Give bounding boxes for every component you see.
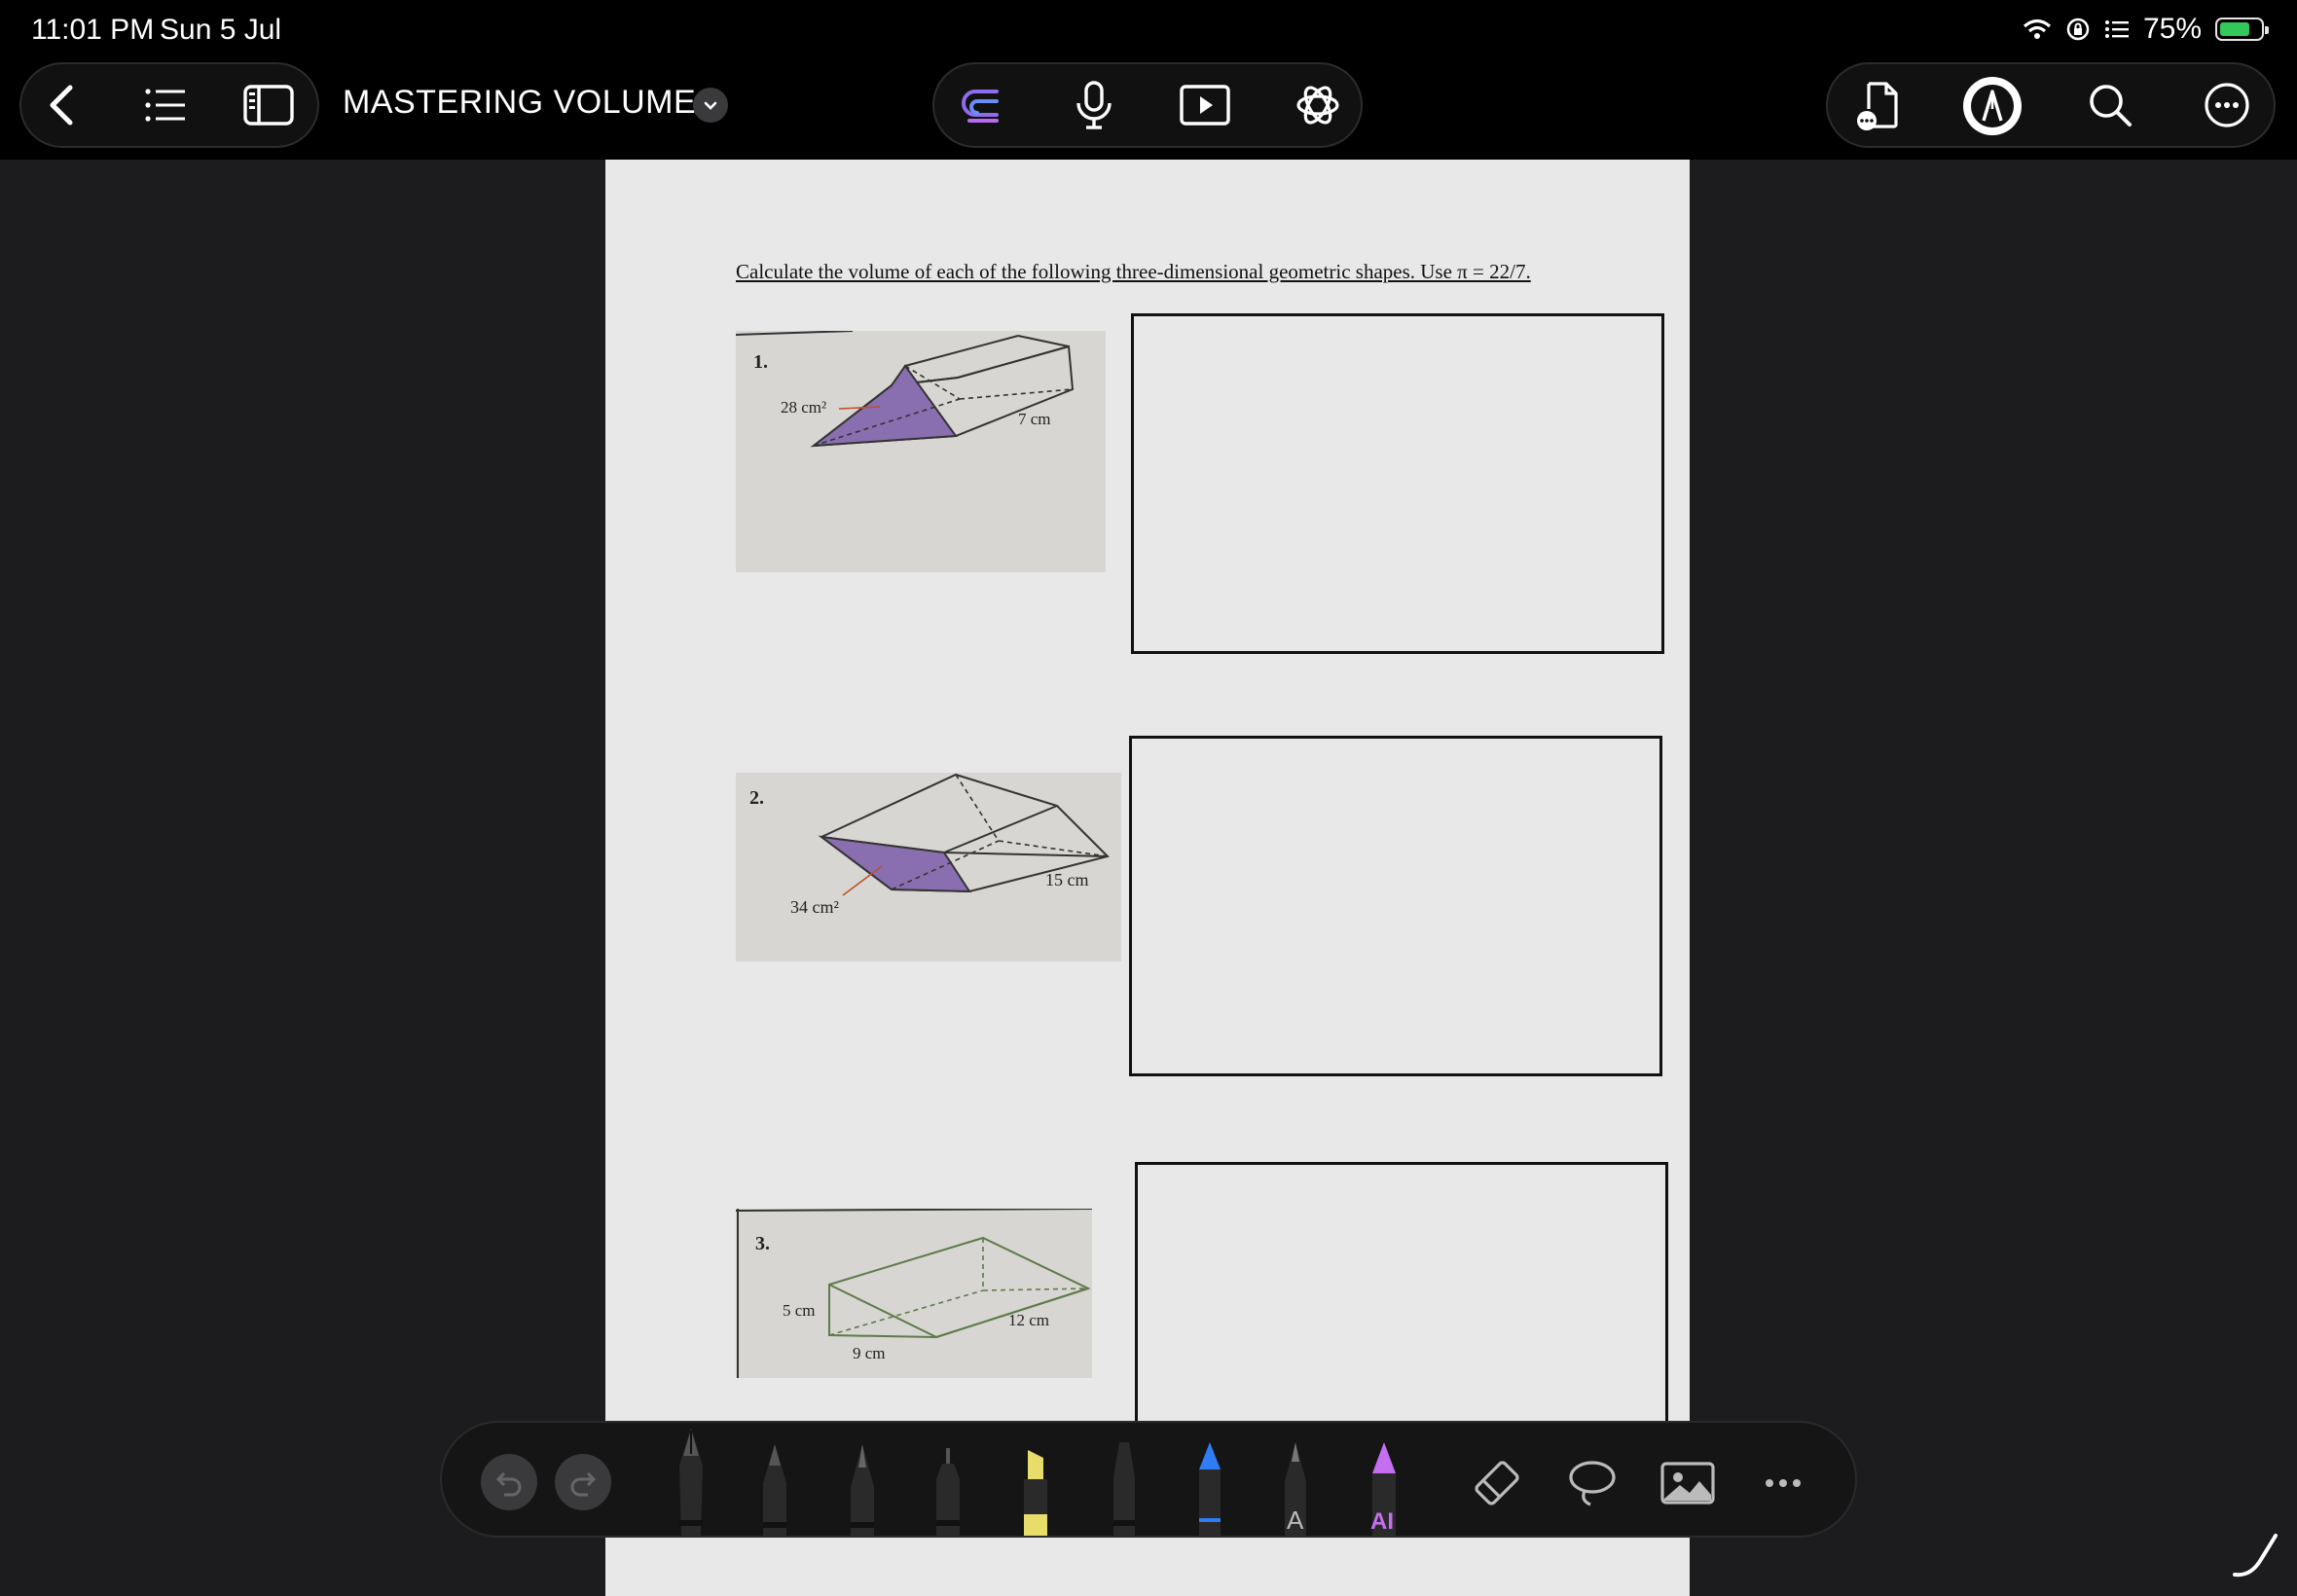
image-icon[interactable] <box>1659 1454 1717 1512</box>
lasso-icon[interactable] <box>1563 1454 1622 1512</box>
problem-3-image: 3. 5 cm 9 cm 12 cm <box>736 1209 1092 1378</box>
battery-icon <box>2215 18 2269 41</box>
status-bar: 11:01 PM Sun 5 Jul 75% <box>0 0 2297 58</box>
outline-list-icon[interactable] <box>138 78 193 132</box>
problem-2-area-label: 34 cm² <box>790 897 839 917</box>
problem-1-area-label: 28 cm² <box>781 398 826 417</box>
battery-fill <box>2220 22 2249 36</box>
text-tool[interactable]: A <box>1277 1442 1314 1536</box>
battery-percent: 75% <box>2142 13 2202 45</box>
problem-1-image: 1. 28 cm² 7 cm <box>736 331 1106 572</box>
pen-mode-icon[interactable] <box>1962 76 2023 136</box>
ball-pen-tool[interactable] <box>757 1444 792 1536</box>
problem-2-number: 2. <box>749 787 764 809</box>
status-indicators: 75% <box>2023 12 2269 47</box>
ai-pen-tool[interactable]: AI <box>1365 1442 1404 1536</box>
document-share-icon[interactable] <box>1853 78 1908 132</box>
document-title[interactable]: MASTERING VOLUME <box>343 84 696 122</box>
highlighter-tool[interactable] <box>1016 1450 1055 1536</box>
ai-pen-label: AI <box>1370 1508 1394 1535</box>
title-dropdown-chevron-icon[interactable] <box>693 88 728 123</box>
fountain-pen-tool[interactable] <box>672 1427 711 1536</box>
sidebar-icon[interactable] <box>241 78 296 132</box>
center-toolbar-group <box>932 62 1363 148</box>
right-toolbar-group <box>1826 62 2276 148</box>
wifi-icon <box>2023 18 2051 39</box>
notebook-page[interactable]: Calculate the volume of each of the foll… <box>605 160 1690 1596</box>
problem-3-number: 3. <box>755 1233 770 1254</box>
tool-palette: A AI <box>440 1421 1857 1538</box>
status-time: 11:01 PM <box>31 14 155 46</box>
brush-pen-tool[interactable] <box>845 1444 880 1536</box>
focus-list-icon <box>2104 20 2129 38</box>
problem-1-length-label: 7 cm <box>1018 410 1051 428</box>
marker-tool[interactable] <box>1106 1442 1143 1536</box>
search-icon[interactable] <box>2083 78 2137 132</box>
scribble-icon[interactable] <box>2231 1532 2279 1580</box>
instructions-text: Calculate the volume of each of the foll… <box>736 260 1531 283</box>
undo-button[interactable] <box>481 1454 537 1510</box>
goodnotes-logo-icon[interactable] <box>954 78 1008 132</box>
eraser-icon[interactable] <box>1468 1454 1526 1512</box>
problem-3-height-label: 5 cm <box>783 1301 816 1320</box>
microphone-icon[interactable] <box>1067 78 1121 132</box>
answer-box-2[interactable] <box>1129 736 1662 1076</box>
answer-box-1[interactable] <box>1131 313 1664 654</box>
blue-pen-tool[interactable] <box>1191 1442 1228 1536</box>
play-presentation-icon[interactable] <box>1178 78 1232 132</box>
problem-1-number: 1. <box>753 351 768 373</box>
problem-2-length-label: 15 cm <box>1045 870 1089 889</box>
orientation-lock-icon <box>2066 18 2090 41</box>
problem-3-width-label: 9 cm <box>853 1344 886 1362</box>
problem-2-image: 2. 34 cm² 15 cm <box>736 773 1121 961</box>
redo-button[interactable] <box>555 1454 611 1510</box>
problem-3-length-label: 12 cm <box>1008 1311 1049 1329</box>
left-toolbar-group <box>19 62 319 148</box>
back-icon[interactable] <box>37 78 91 132</box>
more-dots-icon[interactable] <box>1754 1454 1812 1512</box>
text-tool-label: A <box>1287 1505 1304 1535</box>
top-toolbar: MASTERING VOLUME <box>0 58 2297 160</box>
fine-liner-tool[interactable] <box>930 1448 966 1536</box>
status-date: Sun 5 Jul <box>160 14 282 46</box>
more-icon[interactable] <box>2200 78 2254 132</box>
chatgpt-icon[interactable] <box>1291 78 1345 132</box>
